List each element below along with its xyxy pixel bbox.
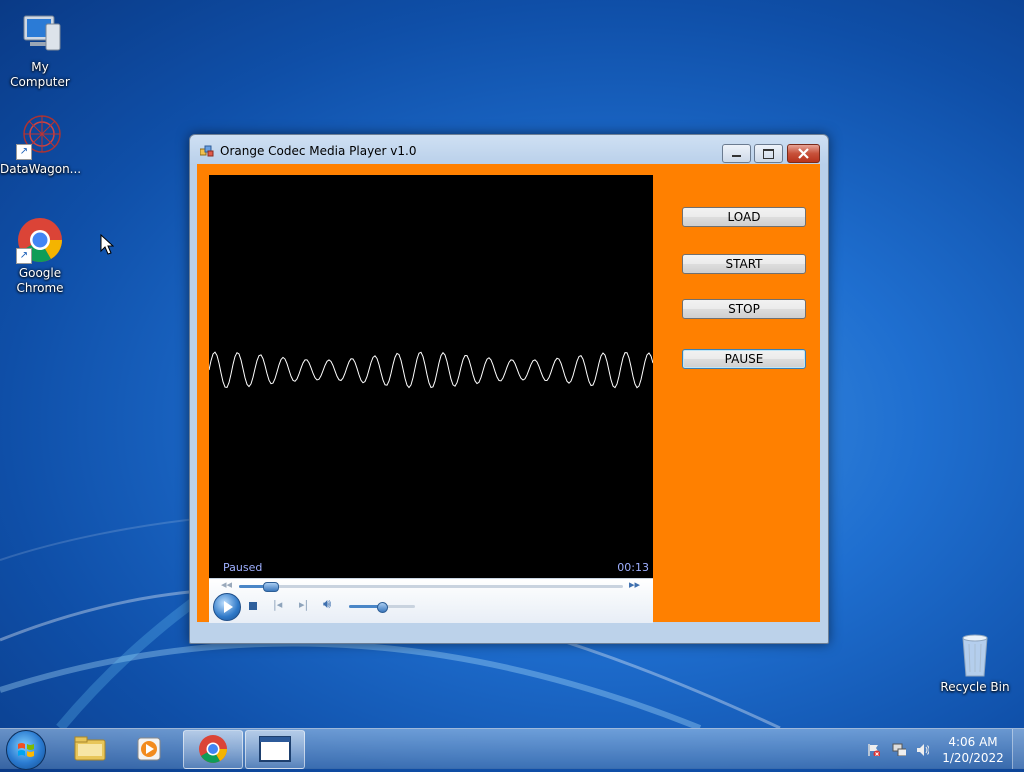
desktop-icon-google-chrome[interactable]: ↗ Google Chrome <box>0 216 80 296</box>
stop-icon[interactable] <box>249 602 257 610</box>
taskbar-media-player[interactable] <box>121 730 179 767</box>
explorer-icon <box>74 736 106 761</box>
clock-date: 1/20/2022 <box>942 751 1004 765</box>
chrome-icon <box>199 735 227 763</box>
minimize-button[interactable] <box>722 144 751 163</box>
volume-tray-icon[interactable] <box>915 742 929 756</box>
desktop-icon-label: My Computer <box>10 60 70 89</box>
window-title: Orange Codec Media Player v1.0 <box>220 144 417 158</box>
stop-button[interactable]: STOP <box>682 299 806 319</box>
clock-time: 4:06 AM <box>948 735 998 749</box>
play-button[interactable] <box>213 593 241 621</box>
window-icon <box>259 736 291 762</box>
desktop-icon-datawagon[interactable]: ↗ DataWagon... <box>0 112 82 177</box>
seek-back-icon[interactable]: ◂◂ <box>221 578 232 591</box>
taskbar-media-player-window[interactable] <box>245 730 305 769</box>
network-icon[interactable] <box>892 742 906 756</box>
taskbar: 4:06 AM 1/20/2022 <box>0 728 1024 770</box>
waveform <box>209 351 653 389</box>
close-button[interactable] <box>787 144 820 163</box>
maximize-button[interactable] <box>754 144 783 163</box>
taskbar-explorer[interactable] <box>60 730 118 767</box>
taskbar-chrome[interactable] <box>183 730 243 769</box>
desktop-icon-recycle-bin[interactable]: Recycle Bin <box>935 630 1015 695</box>
volume-thumb[interactable] <box>377 602 388 613</box>
playback-status: Paused <box>223 561 263 574</box>
playback-time: 00:13 <box>617 561 649 574</box>
desktop-icon-label: Google Chrome <box>16 266 64 295</box>
shortcut-arrow-icon: ↗ <box>16 248 32 264</box>
window-client-area: Paused 00:13 ◂◂ ▸▸ |◂ ▸| 🔊︎ LOAD START S… <box>197 164 820 623</box>
mouse-cursor-icon <box>100 234 114 255</box>
system-clock[interactable]: 4:06 AM 1/20/2022 <box>938 734 1008 766</box>
desktop-icon-my-computer[interactable]: My Computer <box>0 10 80 90</box>
show-desktop-button[interactable] <box>1012 729 1024 769</box>
shortcut-arrow-icon: ↗ <box>16 144 32 160</box>
next-icon[interactable]: ▸| <box>299 598 308 611</box>
windows-logo-icon <box>18 743 34 757</box>
video-display[interactable]: Paused 00:13 <box>209 175 653 578</box>
chrome-icon: ↗ <box>16 216 64 264</box>
start-button[interactable] <box>6 730 46 770</box>
seek-thumb[interactable] <box>262 582 279 592</box>
start-button[interactable]: START <box>682 254 806 274</box>
app-icon <box>200 145 214 157</box>
seek-bar[interactable] <box>239 582 623 592</box>
pause-button[interactable]: PAUSE <box>682 349 806 369</box>
title-bar[interactable]: Orange Codec Media Player v1.0 <box>190 135 828 165</box>
media-player-window[interactable]: Orange Codec Media Player v1.0 Paused 00… <box>189 134 829 644</box>
close-icon <box>798 148 809 159</box>
desktop: { "desktop": { "icons": [ {"label": "My … <box>0 0 1024 770</box>
recycle-bin-icon <box>951 630 999 678</box>
maximize-icon <box>763 149 774 159</box>
volume-icon[interactable]: 🔊︎ <box>323 597 331 612</box>
volume-slider[interactable] <box>349 602 415 613</box>
desktop-icon-label: Recycle Bin <box>940 680 1010 694</box>
minimize-icon <box>732 155 741 157</box>
action-center-flag-icon[interactable] <box>866 742 880 756</box>
player-controls: ◂◂ ▸▸ |◂ ▸| 🔊︎ <box>209 578 653 623</box>
previous-icon[interactable]: |◂ <box>273 598 282 611</box>
desktop-icon-label: DataWagon... <box>0 162 82 176</box>
load-button[interactable]: LOAD <box>682 207 806 227</box>
computer-icon <box>16 10 64 58</box>
seek-forward-icon[interactable]: ▸▸ <box>629 578 640 591</box>
datawagon-icon: ↗ <box>16 112 64 160</box>
media-player-icon <box>137 737 161 761</box>
